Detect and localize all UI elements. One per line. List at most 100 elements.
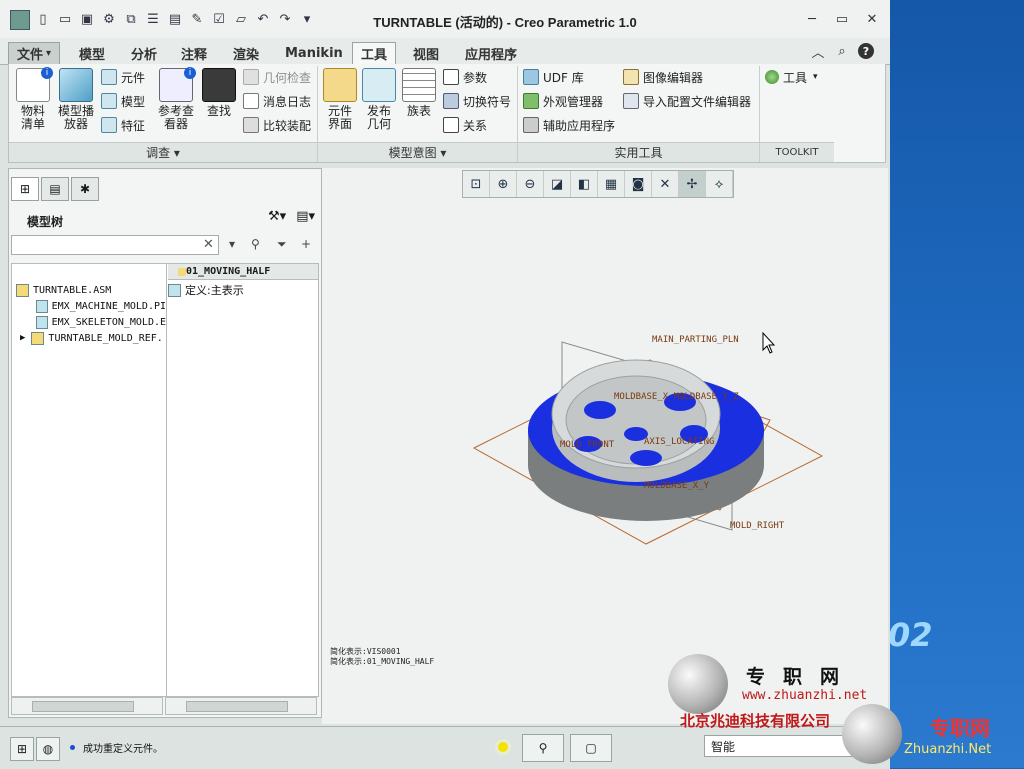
image-editor-button[interactable]: 图像编辑器 (623, 68, 703, 86)
tree-item-machine-mold[interactable]: EMX_MACHINE_MOLD.PI (36, 298, 166, 314)
udf-library-button[interactable]: UDF 库 (523, 68, 584, 86)
close-icon[interactable]: ✕ (862, 10, 882, 28)
model-player-icon (59, 68, 93, 102)
compare-assembly-icon (243, 117, 259, 133)
saved-views-icon[interactable]: ▦ (598, 171, 625, 197)
tab-render[interactable]: 渲染 (224, 42, 268, 65)
regen-status-icon[interactable] (488, 739, 518, 755)
folder-browser-tab-icon[interactable]: ▤ (41, 177, 69, 201)
toolkit-icon (765, 70, 779, 84)
label-moldbase-xy[interactable]: MOLDBASE_X_Y (644, 481, 709, 491)
publish-geometry-button[interactable]: 发布 几何 (361, 68, 397, 131)
publish-geometry-icon (362, 68, 396, 102)
search-icon[interactable]: ⌕ (834, 43, 850, 59)
tree-item-mold-ref[interactable]: ▶ TURNTABLE_MOLD_REF. (20, 330, 166, 346)
minimize-ribbon-icon[interactable]: ︿ (810, 43, 826, 61)
display-style-icon[interactable]: ◧ (571, 171, 598, 197)
component-button[interactable]: 元件 (101, 68, 145, 86)
tab-view[interactable]: 视图 (404, 42, 448, 65)
family-table-button[interactable]: 族表 (401, 68, 437, 118)
parameters-button[interactable]: 参数 (443, 68, 487, 86)
annotation-display-icon[interactable]: ⟡ (706, 171, 733, 197)
tab-file[interactable]: 文件 ▾ (8, 42, 61, 65)
part-icon (178, 267, 186, 276)
window-title: TURNTABLE (活动的) - Creo Parametric 1.0 (373, 15, 637, 30)
show-options-icon[interactable]: ▤▾ (296, 209, 315, 224)
udf-library-icon (523, 69, 539, 85)
spin-center-icon[interactable]: ✢ (679, 171, 706, 197)
watermark-company: 北京兆迪科技有限公司 (680, 712, 831, 730)
label-moldbase-z[interactable]: MOLDBASE_X_MOLDBASE_Y_Z (614, 392, 739, 402)
group-toolkit: TOOLKIT (760, 142, 834, 162)
compare-assembly-button[interactable]: 比较装配 (243, 116, 311, 134)
pencil-icon (623, 69, 639, 85)
tab-manikin[interactable]: Manikin (276, 42, 352, 65)
help-icon[interactable]: ? (858, 43, 874, 59)
refit-icon[interactable]: ⊡ (463, 171, 490, 197)
ribbon-panel: i 物料 清单 模型播 放器 元件 模型 特征 i 参考查 看器 查找 几何检查… (8, 64, 886, 163)
repaint-icon[interactable]: ◪ (544, 171, 571, 197)
binoculars-icon[interactable]: ⚲ (251, 237, 260, 251)
tree-item-skeleton-mold[interactable]: EMX_SKELETON_MOLD.E (36, 314, 166, 330)
tree-hscroll-right[interactable] (165, 697, 317, 715)
appearance-manager-button[interactable]: 外观管理器 (523, 92, 603, 110)
scroll-thumb[interactable] (32, 701, 134, 712)
relations-button[interactable]: 关系 (443, 116, 487, 134)
tree-item-turntable[interactable]: TURNTABLE.ASM (16, 282, 166, 298)
group-investigate[interactable]: 调查 ▾ (9, 142, 317, 162)
geometry-check-button[interactable]: 几何检查 (243, 68, 311, 86)
navigator-panel: ⊞ ▤ ✱ 模型树 ⚒▾ ▤▾ ✕ ▾ ⚲ ⏷ + 01_MOVING_HALF… (8, 168, 322, 718)
wrench-icon (523, 117, 539, 133)
clear-search-icon[interactable]: ✕ (203, 237, 214, 252)
model-player-button[interactable]: 模型播 放器 (53, 68, 99, 131)
import-config-editor-button[interactable]: 导入配置文件编辑器 (623, 92, 751, 110)
minimize-icon[interactable]: ─ (802, 10, 822, 28)
zoom-in-icon[interactable]: ⊕ (490, 171, 517, 197)
favorites-tab-icon[interactable]: ✱ (71, 177, 99, 201)
maximize-icon[interactable]: ▭ (832, 10, 852, 28)
tree-column-header[interactable]: 01_MOVING_HALF (168, 264, 318, 280)
feature-button[interactable]: 特征 (101, 116, 145, 134)
view-manager-icon[interactable]: ◙ (625, 171, 652, 197)
tab-analysis[interactable]: 分析 (122, 42, 166, 65)
label-main-parting[interactable]: MAIN_PARTING_PLN (652, 335, 739, 345)
component-icon (101, 69, 117, 85)
tab-applications[interactable]: 应用程序 (456, 42, 526, 65)
parameters-icon (443, 69, 459, 85)
find-status-button[interactable]: ⚲ (522, 734, 564, 762)
tab-tools[interactable]: 工具 (352, 42, 397, 65)
model-button[interactable]: 模型 (101, 92, 145, 110)
group-model-intent[interactable]: 模型意图 ▾ (318, 142, 517, 162)
settings-icon[interactable]: ⚒▾ (268, 209, 286, 224)
aux-applications-button[interactable]: 辅助应用程序 (523, 116, 615, 134)
label-mold-front[interactable]: MOLD_FRONT (560, 440, 614, 450)
tree-search-input[interactable] (11, 235, 219, 255)
dropdown-icon[interactable]: ▾ (229, 237, 235, 251)
model-tree-tools: ⚒▾ ▤▾ (268, 209, 315, 224)
zoom-out-icon[interactable]: ⊖ (517, 171, 544, 197)
message-log-button[interactable]: 消息日志 (243, 92, 311, 110)
browser-toggle-icon[interactable]: ◍ (36, 737, 60, 761)
tab-annotate[interactable]: 注释 (172, 42, 216, 65)
bom-button[interactable]: i 物料 清单 (13, 67, 53, 131)
scroll-thumb[interactable] (186, 701, 288, 712)
find-button[interactable]: 查找 (201, 68, 237, 118)
filter-icon[interactable]: ⏷ (277, 237, 287, 252)
label-mold-right[interactable]: MOLD_RIGHT (730, 521, 784, 531)
component-interface-button[interactable]: 元件 界面 (321, 68, 359, 131)
tree-item-value[interactable]: 定义:主表示 (168, 282, 318, 298)
selection-filter-select[interactable]: 智能 (704, 735, 864, 757)
tab-model[interactable]: 模型 (70, 42, 114, 65)
tree-hscroll-left[interactable] (11, 697, 163, 715)
navigator-toggle-icon[interactable]: ⊞ (10, 737, 34, 761)
toolkit-tools-button[interactable]: 工具 ▾ (765, 68, 818, 86)
binoculars-icon: ⚲ (538, 741, 548, 755)
expand-arrow-icon[interactable]: ▶ (20, 333, 25, 343)
model-tree-tab-icon[interactable]: ⊞ (11, 177, 39, 201)
datum-display-icon[interactable]: ✕ (652, 171, 679, 197)
reference-viewer-button[interactable]: i 参考查 看器 (153, 67, 199, 131)
selection-status-button[interactable]: ▢ (570, 734, 612, 762)
switch-symbols-button[interactable]: 切换符号 (443, 92, 511, 110)
label-axis-locating[interactable]: AXIS_LOCATING (644, 437, 714, 447)
add-icon[interactable]: + (301, 237, 311, 251)
